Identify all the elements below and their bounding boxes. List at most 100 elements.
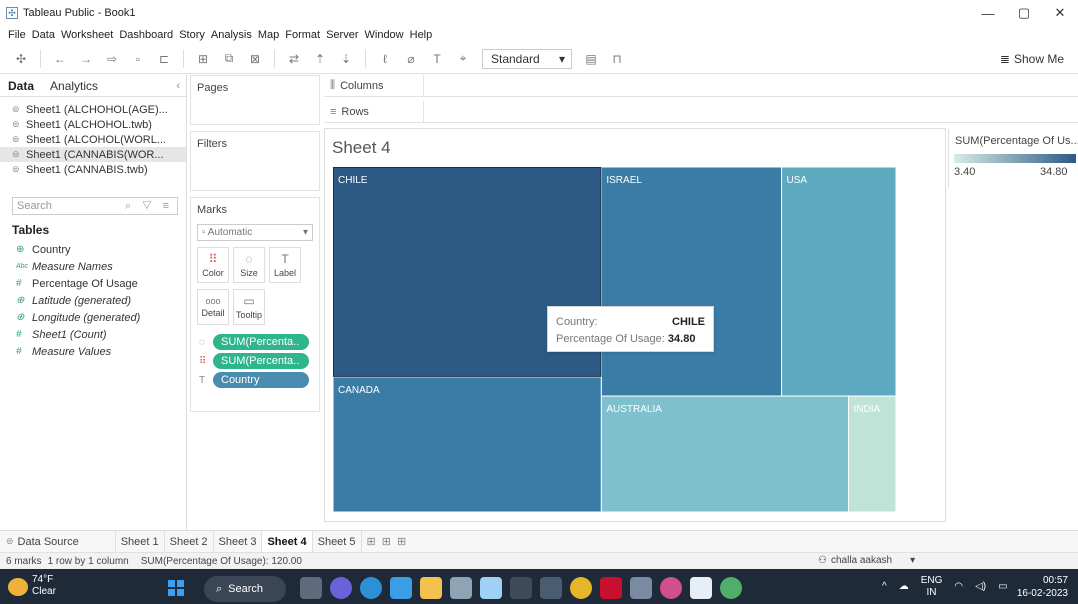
teams-chat-icon[interactable] xyxy=(330,577,352,599)
tableau-taskbar-icon[interactable] xyxy=(690,577,712,599)
tab-data[interactable]: Data xyxy=(0,79,42,93)
sort-ascending-icon[interactable]: ⇡ xyxy=(313,52,327,66)
field-item[interactable]: # Percentage Of Usage xyxy=(0,275,186,292)
tab-sheet-3[interactable]: Sheet 3 xyxy=(214,530,263,553)
tab-sheet-2[interactable]: Sheet 2 xyxy=(165,530,214,553)
app-icon[interactable] xyxy=(540,577,562,599)
pages-card[interactable]: Pages xyxy=(190,75,320,125)
menu-worksheet[interactable]: Worksheet xyxy=(61,29,113,41)
data-source-item[interactable]: ⊜ Sheet1 (ALCHOHOL(AGE)... xyxy=(0,102,186,117)
menu-format[interactable]: Format xyxy=(285,29,320,41)
tab-analytics[interactable]: Analytics xyxy=(42,79,106,93)
weather-widget[interactable]: 74°F Clear xyxy=(32,574,56,598)
chrome-icon[interactable] xyxy=(570,577,592,599)
taskbar-search[interactable]: ⌕ Search xyxy=(204,576,286,602)
group-icon[interactable]: ⌀ xyxy=(404,52,418,66)
label-field-pill[interactable]: Country xyxy=(213,372,309,388)
replay-icon[interactable]: ⇨ xyxy=(105,52,119,66)
terminal-icon[interactable] xyxy=(510,577,532,599)
data-source-item[interactable]: ⊜ Sheet1 (ALCOHOL(WORL... xyxy=(0,132,186,147)
close-button[interactable]: ✕ xyxy=(1042,0,1078,26)
chevron-up-icon[interactable]: ^ xyxy=(882,581,887,592)
search-filter-icons[interactable]: ⌕ ▽ ≡ xyxy=(125,200,173,213)
menu-file[interactable]: File xyxy=(8,29,26,41)
app-icon[interactable] xyxy=(660,577,682,599)
fix-axes-icon[interactable]: ⌖ xyxy=(456,51,470,66)
show-me-button[interactable]: ≣ Show Me xyxy=(1000,44,1064,74)
treemap-cell-canada[interactable] xyxy=(333,376,602,512)
weather-moon-icon[interactable] xyxy=(8,578,28,596)
undo-icon[interactable]: ← xyxy=(53,52,67,66)
menu-data[interactable]: Data xyxy=(32,29,55,41)
edge-browser-icon[interactable] xyxy=(360,577,382,599)
menu-analysis[interactable]: Analysis xyxy=(211,29,252,41)
swap-icon[interactable]: ⇄ xyxy=(287,52,301,66)
minimize-button[interactable]: — xyxy=(970,0,1006,26)
columns-shelf[interactable]: ⫼ Columns xyxy=(324,74,1078,97)
color-button[interactable]: ⠿ Color xyxy=(197,247,229,283)
menu-dashboard[interactable]: Dashboard xyxy=(119,29,173,41)
cloud-icon[interactable]: ☁ xyxy=(899,581,909,592)
color-field-pill[interactable]: SUM(Percenta.. xyxy=(213,353,309,369)
data-source-item-selected[interactable]: ⊜ Sheet1 (CANNABIS(WOR... xyxy=(0,147,186,162)
notepad-icon[interactable] xyxy=(480,577,502,599)
tableau-home-icon[interactable]: ✣ xyxy=(14,52,28,66)
highlight-icon[interactable]: ℓ xyxy=(378,52,392,66)
windows-start-icon[interactable] xyxy=(168,580,184,596)
label-button[interactable]: T Label xyxy=(269,247,301,283)
store-icon[interactable] xyxy=(390,577,412,599)
taskbar-clock[interactable]: 00:57 16-02-2023 xyxy=(1017,574,1068,600)
size-field-pill[interactable]: SUM(Percenta.. xyxy=(213,334,309,350)
treemap-cell-israel[interactable] xyxy=(600,167,783,397)
detail-button[interactable]: ooo Detail xyxy=(197,289,229,325)
labels-icon[interactable]: T xyxy=(430,52,444,66)
presentation-icon[interactable]: ⊓ xyxy=(610,52,624,66)
field-item[interactable]: # Measure Values xyxy=(0,343,186,360)
menu-map[interactable]: Map xyxy=(258,29,279,41)
user-menu[interactable]: ⚇ challa aakash ▾ xyxy=(818,552,915,569)
data-source-item[interactable]: ⊜ Sheet1 (CANNABIS.twb) xyxy=(0,162,186,177)
menu-story[interactable]: Story xyxy=(179,29,205,41)
new-data-source-icon[interactable]: ⊏ xyxy=(157,52,171,66)
task-view-icon[interactable] xyxy=(300,577,322,599)
sort-descending-icon[interactable]: ⇣ xyxy=(339,52,353,66)
menu-help[interactable]: Help xyxy=(410,29,433,41)
menu-window[interactable]: Window xyxy=(365,29,404,41)
clear-sheet-icon[interactable]: ⊠ xyxy=(248,52,262,66)
size-button[interactable]: ◌ Size xyxy=(233,247,265,283)
field-search-input[interactable]: Search ⌕ ▽ ≡ xyxy=(12,197,178,215)
restore-button[interactable]: ▢ xyxy=(1006,0,1042,26)
show-cards-icon[interactable]: ▤ xyxy=(584,52,598,66)
wifi-icon[interactable]: ◠ xyxy=(954,581,963,592)
treemap-cell-usa[interactable] xyxy=(781,167,896,397)
fit-dropdown[interactable]: Standard ▾ xyxy=(482,48,572,69)
redo-icon[interactable]: → xyxy=(79,52,93,66)
tab-sheet-4[interactable]: Sheet 4 xyxy=(262,530,313,553)
field-item[interactable]: ⊕ Country xyxy=(0,241,186,258)
battery-icon[interactable]: ▭ xyxy=(998,581,1007,592)
duplicate-icon[interactable]: ⧉ xyxy=(222,51,236,66)
new-sheet-icons[interactable]: ⊞⊞⊞ xyxy=(362,531,418,553)
rows-shelf[interactable]: ≡ Rows xyxy=(324,100,1078,123)
tab-sheet-1[interactable]: Sheet 1 xyxy=(116,530,165,553)
menu-server[interactable]: Server xyxy=(326,29,358,41)
save-icon[interactable]: ▫ xyxy=(131,52,145,66)
field-item[interactable]: # Sheet1 (Count) xyxy=(0,326,186,343)
mark-type-dropdown[interactable]: ▫ Automatic ▾ xyxy=(197,224,313,241)
tooltip-button[interactable]: ▭ Tooltip xyxy=(233,289,265,325)
data-source-item[interactable]: ⊜ Sheet1 (ALCHOHOL.twb) xyxy=(0,117,186,132)
field-item[interactable]: ⊕ Longitude (generated) xyxy=(0,309,186,326)
app-icon[interactable] xyxy=(450,577,472,599)
field-item[interactable]: ⊕ Latitude (generated) xyxy=(0,292,186,309)
field-item[interactable]: Abc Measure Names xyxy=(0,258,186,275)
file-explorer-icon[interactable] xyxy=(420,577,442,599)
data-source-tab[interactable]: ⊜ Data Source xyxy=(0,530,116,553)
new-worksheet-icon[interactable]: ⊞ xyxy=(196,52,210,66)
filters-card[interactable]: Filters xyxy=(190,131,320,191)
app-icon[interactable] xyxy=(720,577,742,599)
netflix-icon[interactable] xyxy=(600,577,622,599)
tab-sheet-5[interactable]: Sheet 5 xyxy=(313,530,362,553)
app-icon[interactable] xyxy=(630,577,652,599)
collapse-panel-icon[interactable]: ‹ xyxy=(176,80,186,92)
volume-icon[interactable]: ◁) xyxy=(975,581,986,592)
